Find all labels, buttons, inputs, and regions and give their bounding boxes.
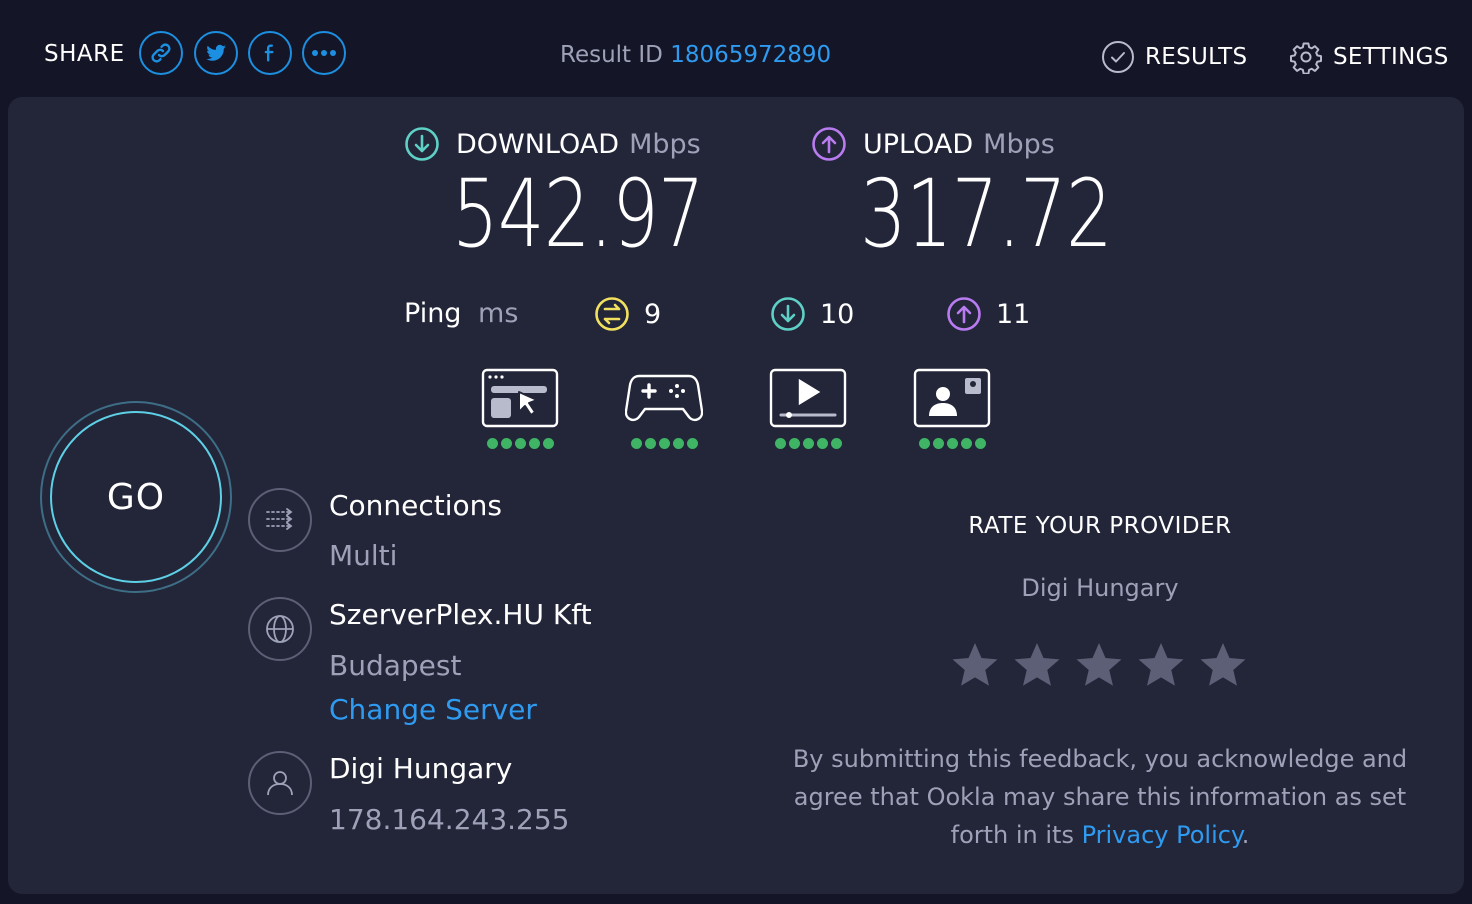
server-name: SzerverPlex.HU Kft [329, 598, 592, 631]
share-more-button[interactable] [302, 31, 346, 75]
quality-rating-dot [960, 438, 972, 449]
quality-rating-dot [946, 438, 958, 449]
connections-title: Connections [329, 489, 503, 522]
quality-video-call [913, 368, 991, 449]
quality-rating-dot [802, 438, 814, 449]
download-latency-icon [771, 297, 805, 331]
quality-rating-dot [528, 438, 540, 449]
quality-rating-dot [500, 438, 512, 449]
star-icon[interactable] [1198, 640, 1248, 690]
quality-rating-dot [974, 438, 986, 449]
quality-rating-dot [788, 438, 800, 449]
server-location: Budapest [329, 649, 462, 682]
more-icon [312, 50, 336, 56]
upload-label: UPLOAD [863, 128, 974, 160]
download-label: DOWNLOAD [456, 128, 620, 160]
star-icon[interactable] [1136, 640, 1186, 690]
share-link-button[interactable] [139, 31, 183, 75]
download-header: DOWNLOAD Mbps [404, 126, 701, 162]
video-streaming-icon [769, 368, 847, 428]
download-unit: Mbps [629, 128, 701, 160]
settings-label: SETTINGS [1333, 44, 1449, 70]
ping-label-group: Ping ms [404, 298, 518, 329]
results-nav-button[interactable]: RESULTS [1101, 40, 1247, 74]
results-label: RESULTS [1145, 44, 1248, 70]
upload-value: 317.72 [860, 160, 1113, 269]
ping-unit: ms [478, 298, 519, 329]
top-bar: SHARE Result ID 18065972890 RESULTS SETT… [0, 0, 1472, 97]
quality-rating-dot [542, 438, 554, 449]
result-id: Result ID 18065972890 [560, 42, 831, 68]
upload-arrow-icon [812, 127, 846, 161]
quality-rating-dots [769, 438, 847, 449]
isp-icon-wrap [248, 751, 312, 815]
isp-name: Digi Hungary [329, 752, 513, 785]
quality-rating-dot [816, 438, 828, 449]
connections-value: Multi [329, 539, 398, 572]
quality-rating-dot [774, 438, 786, 449]
star-icon[interactable] [950, 640, 1000, 690]
idle-latency-icon [595, 297, 629, 331]
quality-rating-dot [644, 438, 656, 449]
settings-nav-button[interactable]: SETTINGS [1289, 40, 1449, 74]
upload-latency-icon [947, 297, 981, 331]
quality-rating-dot [918, 438, 930, 449]
twitter-icon [206, 44, 226, 61]
quality-rating-dots [481, 438, 559, 449]
gaming-icon [624, 374, 704, 422]
ping-label: Ping [404, 298, 462, 329]
result-id-label: Result ID [560, 42, 663, 68]
upload-header: UPLOAD Mbps [811, 126, 1055, 162]
share-twitter-button[interactable] [194, 31, 238, 75]
quality-rating-dot [830, 438, 842, 449]
rate-provider-name: Digi Hungary [1021, 574, 1179, 602]
download-arrow-icon [405, 127, 439, 161]
connections-icon [266, 508, 293, 530]
ping-idle: 9 [594, 296, 661, 332]
quality-rating-dot [486, 438, 498, 449]
quality-rating-dot [672, 438, 684, 449]
quality-video-streaming [769, 368, 847, 449]
video-call-icon [913, 368, 991, 428]
web-browsing-icon [481, 368, 559, 428]
rating-stars [950, 640, 1248, 690]
feedback-disclaimer: By submitting this feedback, you acknowl… [770, 740, 1430, 854]
upload-unit: Mbps [983, 128, 1055, 160]
globe-icon [266, 615, 294, 643]
change-server-link[interactable]: Change Server [329, 693, 537, 726]
quality-rating-dots [913, 438, 991, 449]
quality-rating-dot [630, 438, 642, 449]
quality-gaming [624, 368, 704, 449]
quality-web-browsing [481, 368, 559, 449]
check-circle-icon [1102, 41, 1134, 73]
user-icon [267, 771, 293, 796]
ping-download-value: 10 [820, 298, 855, 330]
go-button-ring: GO [40, 401, 232, 593]
quality-rating-dots [625, 438, 703, 449]
quality-rating-dot [686, 438, 698, 449]
ping-download: 10 [770, 296, 854, 332]
share-facebook-button[interactable] [248, 31, 292, 75]
quality-rating-dot [658, 438, 670, 449]
rate-provider-title: RATE YOUR PROVIDER [968, 513, 1232, 539]
star-icon[interactable] [1012, 640, 1062, 690]
ping-upload-value: 11 [996, 298, 1031, 330]
isp-ip: 178.164.243.255 [329, 803, 570, 836]
share-label: SHARE [44, 41, 125, 67]
quality-rating-dot [514, 438, 526, 449]
ping-upload: 11 [946, 296, 1030, 332]
download-value: 542.97 [452, 160, 705, 269]
star-icon[interactable] [1074, 640, 1124, 690]
connections-icon-wrap [248, 488, 312, 552]
server-icon-wrap [248, 597, 312, 661]
result-id-link[interactable]: 18065972890 [670, 42, 831, 68]
privacy-policy-link[interactable]: Privacy Policy [1082, 821, 1242, 849]
link-icon [151, 43, 171, 63]
facebook-icon [264, 44, 274, 62]
gear-icon [1289, 42, 1323, 74]
go-button[interactable]: GO [50, 411, 222, 583]
disclaimer-end: . [1241, 821, 1250, 849]
quality-rating-dot [932, 438, 944, 449]
ping-idle-value: 9 [644, 298, 662, 330]
